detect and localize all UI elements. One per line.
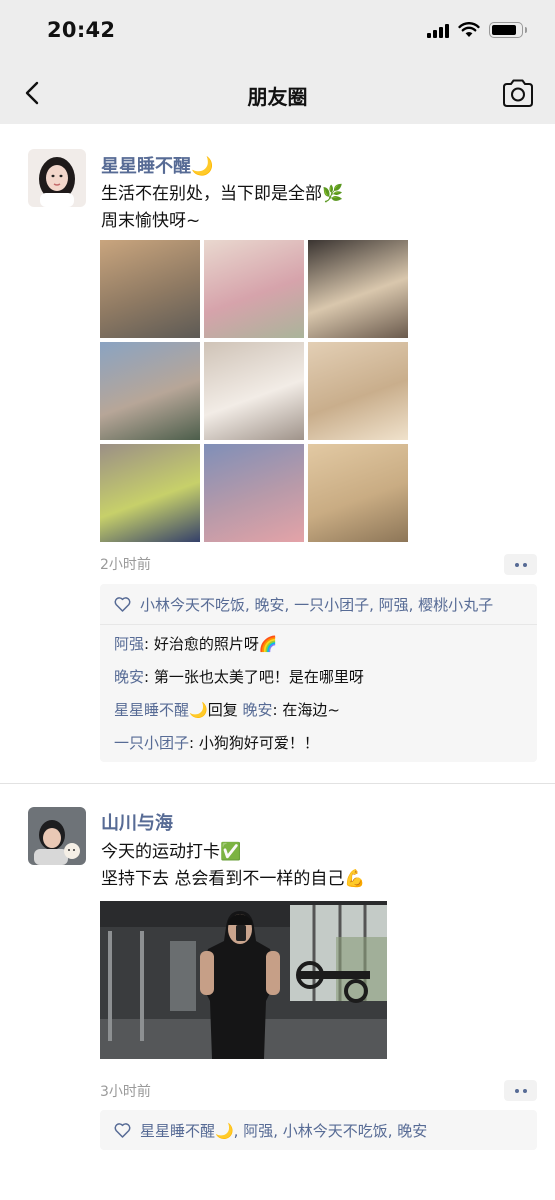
signal-icon	[427, 23, 449, 38]
comment-text: 第一张也太美了吧！是在哪里呀	[153, 668, 364, 686]
comment-author[interactable]: 一只小团子	[114, 734, 189, 752]
post-time: 3小时前	[100, 1084, 151, 1100]
post-text-line: 生活不在别处，当下即是全部🌿	[101, 184, 344, 204]
status-time: 20:42	[47, 18, 116, 42]
shadow-photo[interactable]	[308, 444, 408, 542]
gym-selfie-photo[interactable]	[100, 901, 387, 1059]
page-title: 朋友圈	[247, 85, 308, 109]
candle-photo[interactable]	[308, 342, 408, 440]
camera-icon[interactable]	[501, 76, 535, 110]
interaction-box: 小林今天不吃饭, 晚安, 一只小团子, 阿强, 樱桃小丸子 阿强: 好治愈的照片…	[100, 584, 537, 762]
more-actions-button[interactable]	[504, 1080, 537, 1101]
heart-icon	[114, 1123, 131, 1138]
nav-bar: 朋友圈	[0, 62, 555, 124]
battery-level	[492, 25, 516, 35]
likes-row: 小林今天不吃饭, 晚安, 一只小团子, 阿强, 樱桃小丸子	[100, 584, 537, 625]
cake-photo[interactable]	[308, 240, 408, 338]
author-name[interactable]: 山川与海	[101, 809, 173, 835]
comment[interactable]: 星星睡不醒🌙回复 晚安: 在海边~	[100, 694, 537, 727]
reply-target[interactable]: 晚安	[242, 701, 272, 719]
comment[interactable]: 一只小团子: 小狗狗好可爱！！	[100, 727, 537, 760]
likes-row: 星星睡不醒🌙, 阿强, 小林今天不吃饭, 晚安	[100, 1110, 537, 1150]
battery-icon	[489, 22, 527, 38]
avatar[interactable]	[28, 807, 86, 865]
moments-feed: 星星睡不醒🌙 生活不在别处，当下即是全部🌿 周末愉快呀~ 2小时前 小林今天不吃…	[0, 124, 555, 1200]
sunset-photo[interactable]	[100, 240, 200, 338]
author-name[interactable]: 星星睡不醒🌙	[101, 152, 213, 178]
post-text-line: 周末愉快呀~	[101, 211, 201, 231]
post-time: 2小时前	[100, 557, 151, 573]
comment-author[interactable]: 阿强	[114, 635, 144, 653]
comment[interactable]: 晚安: 第一张也太美了吧！是在哪里呀	[100, 661, 537, 694]
status-icons	[427, 22, 527, 38]
comment-list: 阿强: 好治愈的照片呀🌈 晚安: 第一张也太美了吧！是在哪里呀 星星睡不醒🌙回复…	[100, 625, 537, 762]
reply-word: 回复	[207, 701, 238, 719]
interaction-box: 星星睡不醒🌙, 阿强, 小林今天不吃饭, 晚安	[100, 1110, 537, 1150]
comment[interactable]: 阿强: 好治愈的照片呀🌈	[100, 628, 537, 661]
comment-author[interactable]: 晚安	[114, 668, 144, 686]
likes-names[interactable]: 小林今天不吃饭, 晚安, 一只小团子, 阿强, 樱桃小丸子	[140, 594, 493, 615]
post-text-line: 今天的运动打卡✅	[101, 842, 242, 862]
photo-grid	[100, 240, 408, 542]
comment-text: 好治愈的照片呀🌈	[153, 635, 278, 653]
dog-photo[interactable]	[204, 342, 304, 440]
post-text: 今天的运动打卡✅ 坚持下去 总会看到不一样的自己💪	[101, 839, 366, 893]
post-text: 生活不在别处，当下即是全部🌿 周末愉快呀~	[101, 181, 343, 235]
comment-text: 在海边~	[282, 701, 340, 719]
comment-author[interactable]: 星星睡不醒🌙	[114, 701, 208, 719]
comment-text: 小狗狗好可爱！！	[198, 734, 319, 752]
avatar[interactable]	[28, 149, 86, 207]
post-text-line: 坚持下去 总会看到不一样的自己💪	[101, 869, 366, 889]
likes-names[interactable]: 星星睡不醒🌙, 阿强, 小林今天不吃饭, 晚安	[140, 1120, 427, 1141]
street-photo[interactable]	[100, 342, 200, 440]
tulips-photo[interactable]	[204, 240, 304, 338]
grapes-photo[interactable]	[100, 444, 200, 542]
more-actions-button[interactable]	[504, 554, 537, 575]
post-divider	[0, 783, 555, 784]
status-bar: 20:42	[0, 0, 555, 62]
sky-photo[interactable]	[204, 444, 304, 542]
wifi-icon	[458, 22, 480, 37]
heart-icon	[114, 597, 131, 612]
